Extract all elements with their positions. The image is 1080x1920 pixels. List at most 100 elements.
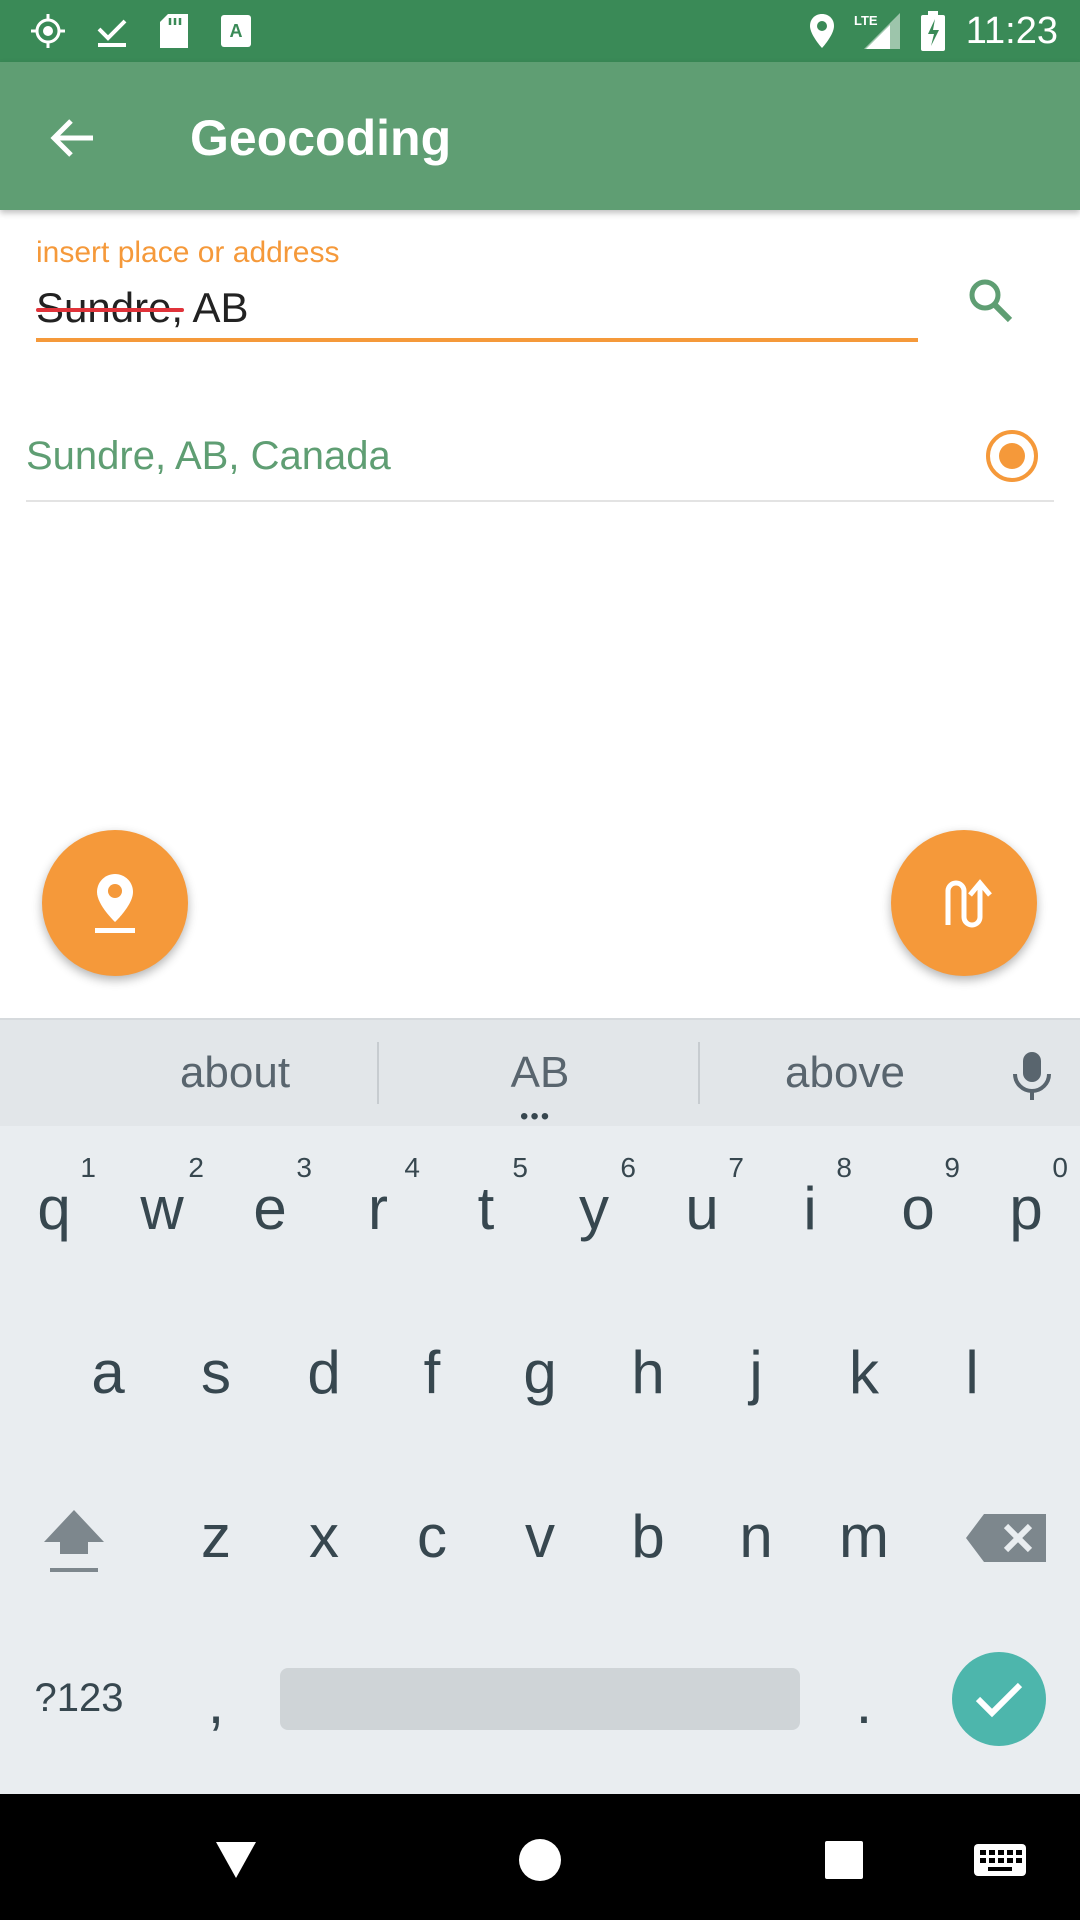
location-icon	[806, 12, 838, 50]
gps-icon	[26, 12, 70, 50]
key-u[interactable]: 7u	[652, 1138, 752, 1268]
key-period[interactable]: .	[814, 1632, 914, 1762]
key-p[interactable]: 0p	[976, 1138, 1076, 1268]
key-f[interactable]: f	[382, 1302, 482, 1432]
key-label: t	[477, 1175, 495, 1242]
key-label: z	[201, 1503, 231, 1570]
key-k[interactable]: k	[814, 1302, 914, 1432]
suggestion-divider	[377, 1042, 379, 1104]
search-input-label: insert place or address	[36, 236, 340, 269]
suggestion-2[interactable]: AB	[440, 1048, 640, 1098]
back-button[interactable]	[44, 110, 100, 166]
key-z[interactable]: z	[166, 1466, 266, 1596]
app-a-icon: A	[218, 12, 254, 50]
spellcheck-underline	[36, 308, 184, 312]
key-label: e	[253, 1175, 287, 1242]
key-label: q	[37, 1175, 71, 1242]
key-label: m	[839, 1503, 889, 1570]
result-label: Sundre, AB, Canada	[26, 434, 391, 478]
back-nav-button[interactable]	[208, 1832, 264, 1888]
key-d[interactable]: d	[274, 1302, 374, 1432]
signal-icon: LTE	[852, 12, 902, 50]
key-label: ,	[207, 1669, 225, 1736]
enter-key[interactable]	[952, 1652, 1046, 1746]
page-title: Geocoding	[190, 110, 452, 166]
suggestion-strip: about AB ••• above	[0, 1018, 1080, 1130]
result-item[interactable]: Sundre, AB, Canada	[26, 420, 1054, 502]
key-e[interactable]: 3e	[220, 1138, 320, 1268]
space-key[interactable]	[280, 1668, 800, 1730]
suggestion-divider	[698, 1042, 700, 1104]
search-button[interactable]	[960, 270, 1020, 330]
route-button[interactable]	[891, 830, 1037, 976]
arrow-back-icon	[50, 119, 93, 157]
key-label: ?123	[34, 1676, 124, 1720]
key-label: r	[368, 1175, 388, 1242]
key-label: s	[201, 1339, 231, 1406]
key-label: l	[965, 1339, 979, 1406]
key-l[interactable]: l	[922, 1302, 1022, 1432]
key-h[interactable]: h	[598, 1302, 698, 1432]
circle-home-icon	[519, 1839, 561, 1881]
download-done-icon	[92, 12, 132, 50]
key-label: a	[91, 1339, 125, 1406]
key-c[interactable]: c	[382, 1466, 482, 1596]
result-radio-selected[interactable]	[986, 430, 1038, 482]
sd-card-icon	[156, 12, 192, 50]
key-n[interactable]: n	[706, 1466, 806, 1596]
key-y[interactable]: 6y	[544, 1138, 644, 1268]
key-g[interactable]: g	[490, 1302, 590, 1432]
microphone-icon	[1013, 1052, 1051, 1100]
home-nav-button[interactable]	[512, 1832, 568, 1888]
key-label: h	[631, 1339, 665, 1406]
keyboard-icon	[974, 1844, 1026, 1876]
symbols-key[interactable]: ?123	[24, 1632, 134, 1762]
square-recents-icon	[825, 1841, 863, 1879]
clock: 11:23	[965, 10, 1058, 52]
key-x[interactable]: x	[274, 1466, 374, 1596]
key-label: c	[417, 1503, 447, 1570]
key-comma[interactable]: ,	[166, 1632, 266, 1762]
key-t[interactable]: 5t	[436, 1138, 536, 1268]
suggestion-more-dots: •••	[520, 1103, 552, 1130]
key-label: i	[803, 1175, 817, 1242]
key-label: j	[749, 1339, 763, 1406]
shift-icon	[44, 1510, 104, 1572]
key-label: w	[140, 1175, 184, 1242]
key-i[interactable]: 8i	[760, 1138, 860, 1268]
search-input-underline	[36, 338, 918, 342]
key-r[interactable]: 4r	[328, 1138, 428, 1268]
place-pin-icon	[95, 874, 135, 933]
pin-location-button[interactable]	[42, 830, 188, 976]
key-j[interactable]: j	[706, 1302, 806, 1432]
suggestion-3[interactable]: above	[740, 1048, 950, 1098]
shift-key[interactable]	[24, 1466, 124, 1596]
key-b[interactable]: b	[598, 1466, 698, 1596]
navigation-bar	[0, 1794, 1080, 1920]
suggestion-1[interactable]: about	[130, 1048, 340, 1098]
key-label: b	[631, 1503, 665, 1570]
key-label: n	[739, 1503, 773, 1570]
status-bar: A LTE 11:23	[0, 0, 1080, 62]
key-label: .	[855, 1669, 873, 1736]
key-v[interactable]: v	[490, 1466, 590, 1596]
key-w[interactable]: 2w	[112, 1138, 212, 1268]
key-a[interactable]: a	[58, 1302, 158, 1432]
route-icon	[945, 879, 992, 928]
key-label: o	[901, 1175, 935, 1242]
battery-charging-icon	[918, 11, 948, 51]
key-label: p	[1009, 1175, 1043, 1242]
mic-button[interactable]	[1010, 1050, 1054, 1102]
key-o[interactable]: 9o	[868, 1138, 968, 1268]
key-label: y	[579, 1175, 609, 1242]
key-m[interactable]: m	[814, 1466, 914, 1596]
keyboard-switch-button[interactable]	[970, 1832, 1030, 1888]
key-label: v	[525, 1503, 555, 1570]
recents-nav-button[interactable]	[816, 1832, 872, 1888]
backspace-key[interactable]	[954, 1466, 1074, 1596]
key-s[interactable]: s	[166, 1302, 266, 1432]
search-icon	[969, 279, 1013, 323]
key-q[interactable]: 1q	[4, 1138, 104, 1268]
key-label: k	[849, 1339, 879, 1406]
network-label: LTE	[854, 13, 878, 28]
